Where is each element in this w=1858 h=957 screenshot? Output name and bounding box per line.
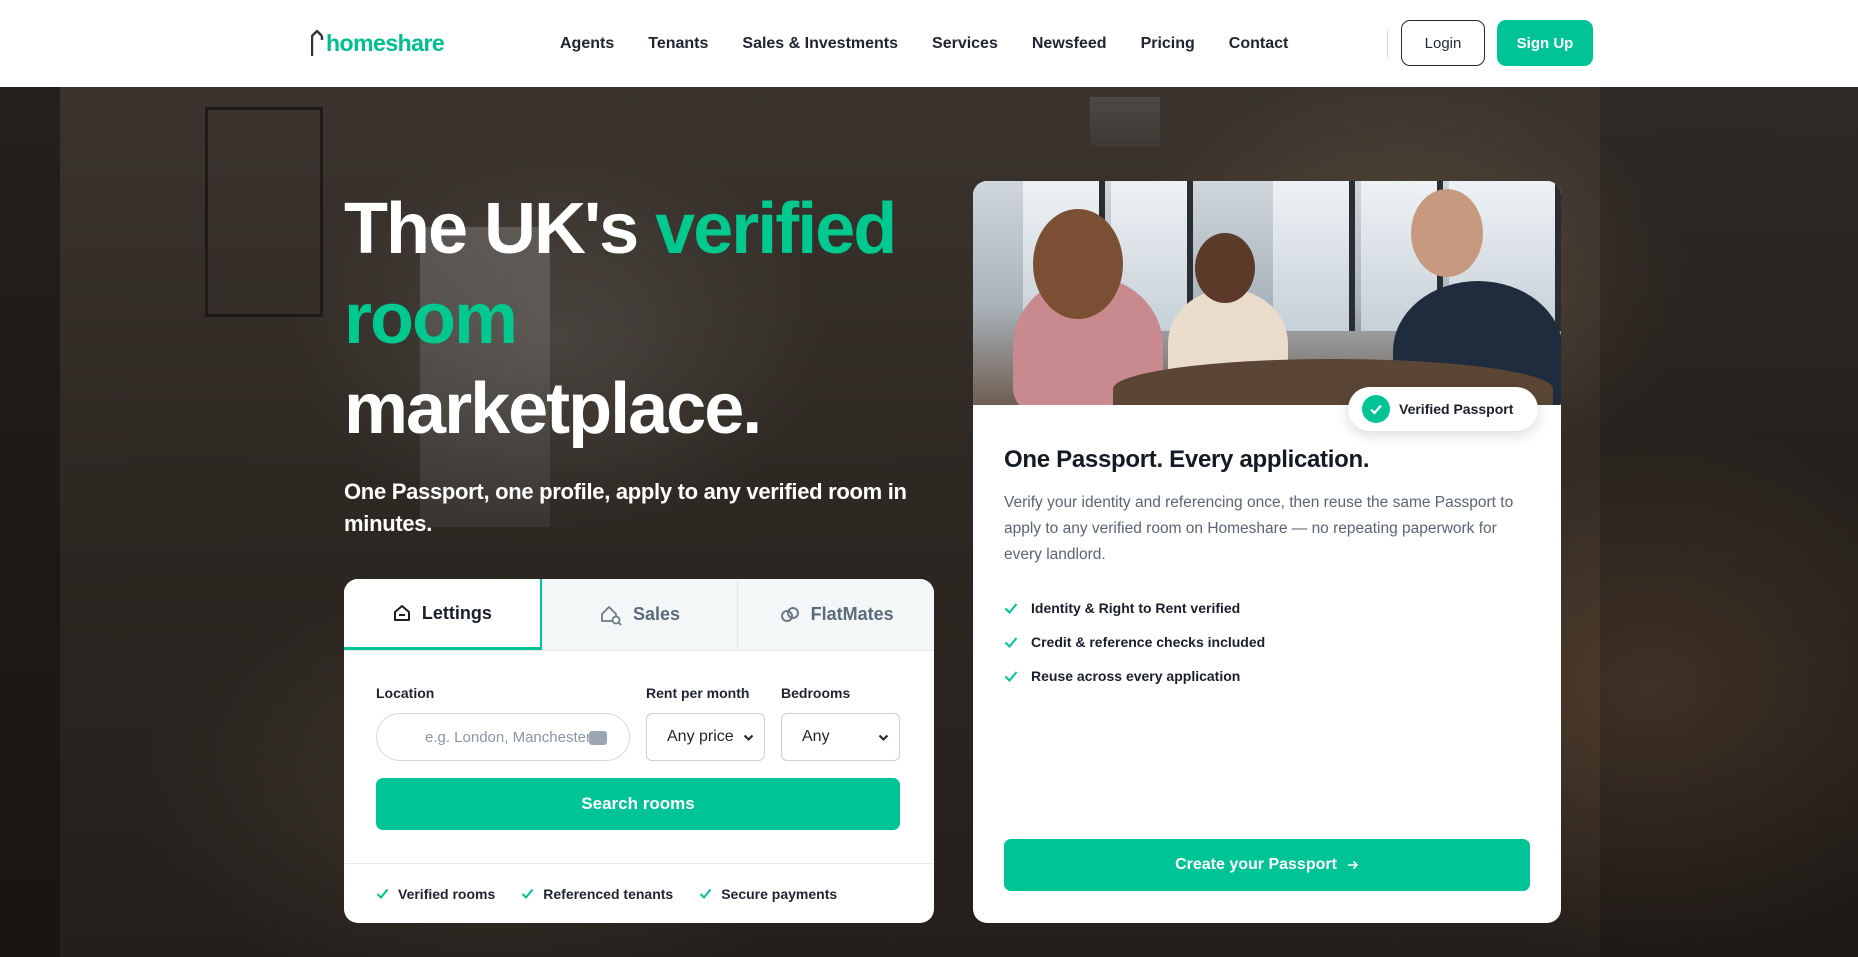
hero-subheading: One Passport, one profile, apply to any … (344, 479, 907, 536)
passport-card: Verified Passport One Passport. Every ap… (973, 181, 1561, 923)
feature-item: Referenced tenants (521, 886, 673, 902)
chevron-down-icon (878, 734, 889, 741)
login-button[interactable]: Login (1401, 20, 1485, 66)
verified-passport-badge: Verified Passport (1348, 387, 1538, 431)
photo-person-head (1411, 189, 1483, 277)
passport-description: Verify your identity and referencing onc… (1004, 494, 1514, 563)
nav-contact[interactable]: Contact (1229, 35, 1289, 53)
tab-sales-label: Sales (632, 604, 681, 624)
search-rooms-button[interactable]: Search rooms (376, 778, 900, 830)
headline-part-1: The UK's (344, 189, 656, 269)
logo-text: homeshare (326, 30, 445, 56)
room-shadow (1600, 87, 1858, 957)
rent-label: Rent per month (646, 685, 750, 701)
room-shadow (0, 87, 60, 957)
check-icon (376, 888, 389, 899)
photo-person-head (1033, 209, 1123, 319)
badge-label: Verified Passport (1399, 401, 1514, 417)
feature-label: Verified rooms (398, 885, 496, 902)
main-nav: Agents Tenants Sales & Investments Servi… (560, 0, 1288, 87)
tab-lettings-label: Lettings (421, 602, 492, 623)
chevron-down-icon (743, 734, 754, 741)
check-icon (1004, 637, 1018, 648)
search-card-features: Verified rooms Referenced tenants Secure… (344, 863, 934, 923)
photo-window (1273, 181, 1355, 331)
feature-label: Secure payments (721, 885, 838, 902)
tab-sales[interactable]: Sales (542, 579, 739, 650)
passport-checklist: Identity & Right to Rent verified Credit… (1004, 591, 1265, 693)
feature-item: Verified rooms (376, 886, 495, 902)
checklist-label: Reuse across every application (1031, 668, 1241, 684)
nav-pricing[interactable]: Pricing (1141, 35, 1195, 53)
check-icon (522, 888, 534, 899)
checklist-item: Identity & Right to Rent verified (1004, 591, 1265, 625)
top-navbar: homeshare Agents Tenants Sales & Investm… (0, 0, 1858, 87)
hero-headline: The UK's verified room marketplace. (344, 184, 944, 454)
headline-part-2: marketplace. (344, 369, 762, 449)
location-input[interactable]: e.g. London, Manchester, B (376, 713, 630, 761)
photo-person-head (1195, 233, 1255, 303)
bedrooms-label: Bedrooms (781, 685, 851, 701)
link-icon (780, 606, 799, 622)
check-icon (1004, 671, 1018, 682)
check-circle-icon (1362, 395, 1390, 423)
rent-select[interactable]: Any price (646, 713, 765, 761)
homeshare-logo[interactable]: homeshare (311, 24, 445, 56)
checklist-item: Reuse across every application (1004, 659, 1265, 693)
home-icon (393, 605, 410, 621)
office-meeting-photo (973, 181, 1561, 405)
nav-newsfeed[interactable]: Newsfeed (1032, 35, 1107, 53)
arrow-right-icon (1347, 860, 1359, 870)
bedrooms-select-value: Any (802, 728, 830, 745)
wall-picture-frame (205, 107, 323, 317)
location-placeholder: e.g. London, Manchester, B (425, 728, 595, 746)
checklist-label: Credit & reference checks included (1031, 634, 1266, 650)
search-tabs: Lettings Sales FlatMates (344, 579, 934, 651)
feature-item: Secure payments (699, 886, 837, 902)
check-icon (1004, 603, 1018, 614)
house-logo-icon (311, 30, 324, 56)
nav-sales-investments[interactable]: Sales & Investments (742, 35, 898, 53)
create-passport-button[interactable]: Create your Passport (1004, 839, 1530, 891)
keyboard-icon[interactable] (589, 731, 607, 745)
bedrooms-select[interactable]: Any (781, 713, 900, 761)
house-search-icon (601, 605, 622, 626)
checklist-label: Identity & Right to Rent verified (1031, 600, 1241, 616)
nav-agents[interactable]: Agents (560, 35, 614, 53)
search-card: Lettings Sales FlatMates Location e.g. L… (344, 579, 934, 923)
feature-label: Referenced tenants (543, 885, 674, 902)
tab-lettings[interactable]: Lettings (344, 579, 542, 650)
tab-flatmates[interactable]: FlatMates (738, 579, 934, 650)
nav-tenants[interactable]: Tenants (648, 35, 708, 53)
location-label: Location (376, 685, 435, 701)
room-window (1090, 97, 1160, 147)
passport-title: One Passport. Every application. (1004, 446, 1370, 473)
tab-flatmates-label: FlatMates (810, 604, 894, 624)
nav-divider (1387, 30, 1388, 58)
check-icon (699, 888, 712, 899)
rent-select-value: Any price (667, 728, 734, 745)
nav-services[interactable]: Services (932, 35, 998, 53)
create-passport-label: Create your Passport (1175, 856, 1337, 873)
signup-button[interactable]: Sign Up (1497, 20, 1593, 66)
checklist-item: Credit & reference checks included (1004, 625, 1265, 659)
